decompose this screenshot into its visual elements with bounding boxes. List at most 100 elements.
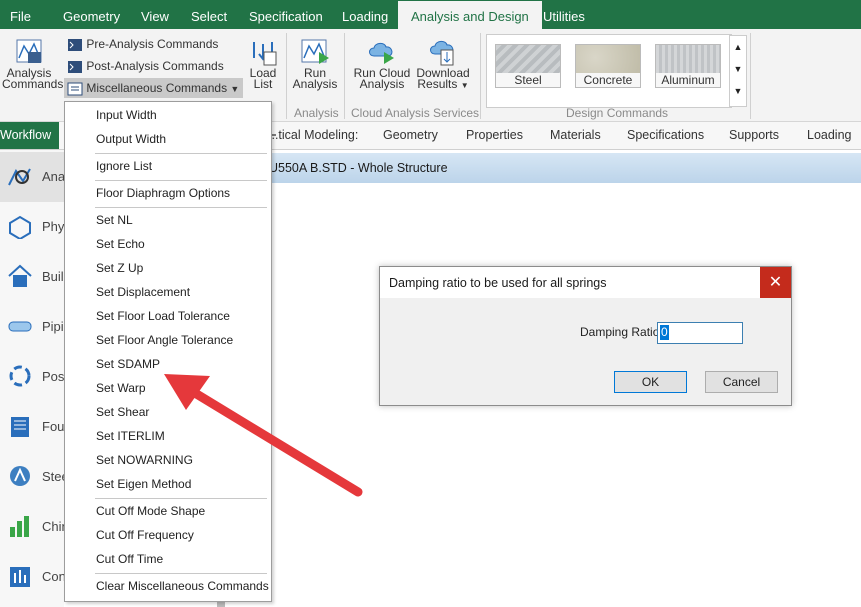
menu-item-input-width[interactable]: Input Width [96,104,157,126]
structure-title: U550A B.STD - Whole Structure [269,161,448,175]
menu-item-set-warp[interactable]: Set Warp [96,377,146,399]
damping-ratio-value: 0 [660,325,669,340]
sidebar-item-postprocessing[interactable]: Post [0,352,68,402]
load-list-label: Load List [249,66,277,91]
gallery-scrollbar[interactable]: ▲ ▼ ▼ [729,35,747,107]
chevron-down-icon: ▼ [460,81,469,90]
analysis-commands-label: Analysis Commands [2,66,64,91]
postprocessing-icon [9,365,31,387]
menu-file[interactable]: File [10,0,31,29]
menu-analysis-and-design[interactable]: Analysis and Design [398,0,542,30]
menu-item-set-z-up[interactable]: Set Z Up [96,257,143,279]
sidebar-item-physical[interactable]: Phy [0,202,64,252]
menu-view[interactable]: View [141,0,169,29]
close-icon[interactable]: ✕ [760,267,791,298]
menu-item-set-floor-load-tolerance[interactable]: Set Floor Load Tolerance [96,305,230,327]
menu-select[interactable]: Select [191,0,227,29]
sidebar-item-label: Pipi [42,319,64,334]
dialog-titlebar: Damping ratio to be used for all springs… [380,267,791,298]
sidebar-item-chinese[interactable]: Chin [0,502,69,552]
group-label-cloud: Cloud Analysis Services [351,106,480,120]
workflow-label: Workflow [0,122,60,149]
sidebar-item-foundation[interactable]: Fou [0,402,64,452]
cancel-button[interactable]: Cancel [705,371,778,393]
sidebar-item-analytical[interactable]: Ana [0,152,66,202]
tab-specifications[interactable]: Specifications [627,122,704,149]
damping-ratio-label: Damping Ratio: [580,325,663,339]
design-concrete[interactable]: Concrete [575,44,641,88]
menu-loading[interactable]: Loading [342,0,388,29]
ribbon-divider [480,33,481,119]
analysis-commands-icon [16,39,42,63]
sidebar-item-label: Phy [42,219,65,234]
misc-commands-menu: Input Width Output Width Ignore List Flo… [64,101,272,602]
load-list-icon [253,42,277,66]
cloud-download-icon [430,40,454,66]
analysis-commands-button[interactable]: Analysis Commands [2,38,64,91]
tab-materials[interactable]: Materials [550,122,601,149]
menu-item-set-floor-angle-tolerance[interactable]: Set Floor Angle Tolerance [96,329,233,351]
physical-icon [9,215,31,239]
tab-analytical-modeling[interactable]: ...tical Modeling: [268,122,358,149]
menu-bar: File Geometry View Select Specification … [0,0,861,30]
menu-separator [95,153,267,154]
ok-button[interactable]: OK [614,371,687,393]
design-aluminum[interactable]: Aluminum [655,44,721,88]
expand-gallery-icon[interactable]: ▼ [730,80,746,102]
aluminum-label: Aluminum [656,73,720,87]
design-steel[interactable]: Steel [495,44,561,88]
tab-loading[interactable]: Loading [807,122,852,149]
group-label-design: Design Commands [566,106,669,120]
pre-analysis-commands-button[interactable]: Pre-Analysis Commands [67,34,218,54]
menu-item-clear-misc-commands[interactable]: Clear Miscellaneous Commands [96,575,269,597]
tab-supports[interactable]: Supports [729,122,779,149]
tab-geometry[interactable]: Geometry [383,122,438,149]
menu-item-cut-off-frequency[interactable]: Cut Off Frequency [96,524,194,546]
post-analysis-label: Post-Analysis Commands [86,59,224,73]
building-icon [8,264,32,287]
sidebar-item-connection[interactable]: Con [0,552,66,602]
run-cloud-analysis-button[interactable]: Run Cloud Analysis [352,38,412,90]
menu-item-set-nl[interactable]: Set NL [96,209,133,231]
sidebar-item-label: Ana [42,169,66,184]
ribbon-divider [750,33,751,119]
terminal-icon [68,60,82,73]
menu-item-set-echo[interactable]: Set Echo [96,233,145,255]
menu-separator [95,573,267,574]
menu-item-floor-diaphragm[interactable]: Floor Diaphragm Options [96,182,230,204]
sidebar-item-building[interactable]: Buil [0,252,64,302]
menu-item-output-width[interactable]: Output Width [96,128,166,150]
tab-properties[interactable]: Properties [466,122,523,149]
sidebar-item-steel[interactable]: Stee [0,452,69,502]
menu-item-cut-off-time[interactable]: Cut Off Time [96,548,163,570]
load-list-button[interactable]: Load List [244,38,282,90]
misc-commands-button[interactable]: Miscellaneous Commands ▼ [64,78,243,98]
run-cloud-label: Run Cloud Analysis [353,66,411,91]
dialog-title: Damping ratio to be used for all springs [389,276,607,290]
ribbon-divider [344,33,345,119]
annotation-arrow-icon [164,374,363,497]
damping-ratio-input[interactable]: 0 [657,322,743,344]
ribbon-divider [286,33,287,119]
sidebar-item-label: Con [42,569,66,584]
cloud-run-icon [369,42,394,64]
menu-geometry[interactable]: Geometry [63,0,120,29]
list-icon [67,82,83,96]
download-results-button[interactable]: Download Results ▼ [413,38,473,91]
piping-icon [8,321,32,332]
menu-utilities[interactable]: Utilities [543,0,585,29]
workflow-sidebar: Ana Phy Buil Pipi Post Fou Stee Chin Con [0,150,69,607]
run-analysis-label: Run Analysis [292,66,338,91]
sidebar-item-piping[interactable]: Pipi [0,302,64,352]
chevron-up-icon[interactable]: ▲ [730,36,746,58]
menu-item-ignore-list[interactable]: Ignore List [96,155,152,177]
menu-item-set-displacement[interactable]: Set Displacement [96,281,190,303]
chevron-down-icon[interactable]: ▼ [730,58,746,80]
menu-separator [95,180,267,181]
menu-item-set-shear[interactable]: Set Shear [96,401,149,423]
run-analysis-button[interactable]: Run Analysis [290,38,340,90]
menu-specification[interactable]: Specification [249,0,323,29]
post-analysis-commands-button[interactable]: Post-Analysis Commands [67,56,224,76]
connection-icon [10,567,30,587]
terminal-icon [68,38,82,51]
